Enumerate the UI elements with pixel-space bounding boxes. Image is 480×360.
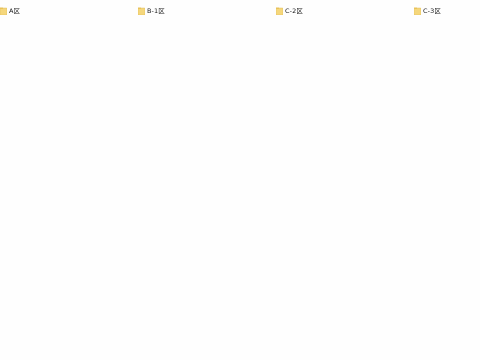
folder-item-b-1[interactable]: B-1区: [138, 6, 165, 16]
folder-label: C-3区: [423, 7, 441, 15]
folder-content-area: A区 B-1区 C-2区 C-3区: [0, 0, 480, 360]
folder-item-c-3[interactable]: C-3区: [414, 6, 441, 16]
folder-label: C-2区: [285, 7, 303, 15]
folder-icon: [414, 7, 421, 15]
folder-icon: [276, 7, 283, 15]
folder-label: B-1区: [147, 7, 165, 15]
folder-icon: [0, 7, 7, 15]
folder-label: A区: [9, 7, 21, 15]
folder-item-c-2[interactable]: C-2区: [276, 6, 303, 16]
folder-icon: [138, 7, 145, 15]
folder-item-a[interactable]: A区: [0, 6, 20, 16]
